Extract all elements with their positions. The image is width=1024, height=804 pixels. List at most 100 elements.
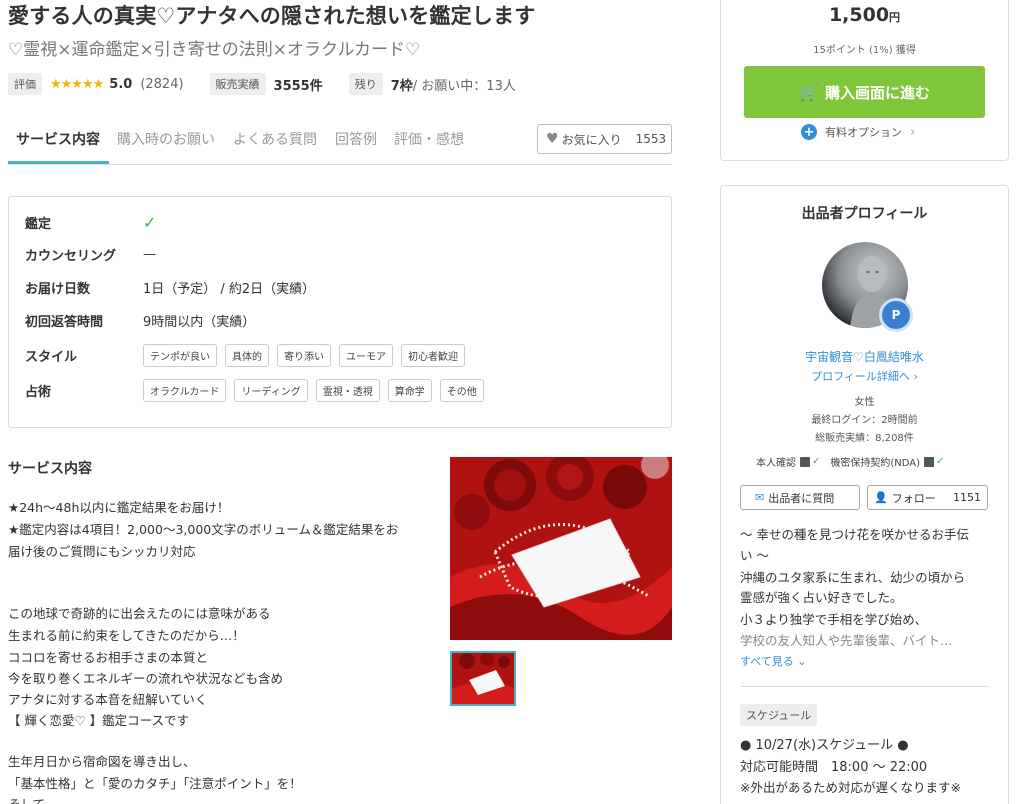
nda-label: 機密保持契約(NDA) bbox=[830, 458, 921, 469]
divination-chip[interactable]: 算命学 bbox=[387, 378, 432, 402]
style-chip[interactable]: テンポが良い bbox=[143, 343, 217, 367]
style-chip[interactable]: 初心者歓迎 bbox=[401, 343, 465, 367]
style-chip[interactable]: 具体的 bbox=[225, 343, 269, 367]
sales-label: 販売実績 bbox=[209, 73, 266, 95]
profile-intro-line: 霊感が強く占い好きでした。 bbox=[740, 590, 903, 605]
info-label: 初回返答時間 bbox=[25, 314, 104, 330]
rating-count[interactable]: (2824) bbox=[140, 77, 183, 92]
schedule-line: ※外出があるため対応が遅くなります※ bbox=[740, 780, 961, 795]
service-text-line: 生まれる前に約束をしてきたのだから…！ bbox=[8, 628, 245, 643]
service-tabs: サービス内容 購入時のお願い よくある質問 回答例 評価・感想 ♥ お気に入り … bbox=[8, 117, 672, 165]
sales-value: 3555件 bbox=[273, 78, 323, 94]
info-row-delivery: お届け日数 1日（予定） / 約2日（実績） bbox=[25, 275, 315, 299]
schedule-line: 対応可能時間 18:00 ～ 22:00 bbox=[740, 760, 928, 775]
tab-purchase-request[interactable]: 購入時のお願い bbox=[117, 129, 215, 149]
service-text-line: 届け後のご質問にもシッカリ対応 bbox=[8, 544, 196, 559]
service-text-line: 今を取り巻くエネルギーの流れや状況なども含め bbox=[8, 671, 284, 686]
seller-rank-badge-icon: P bbox=[879, 298, 913, 332]
paid-option-label: 有料オプション bbox=[825, 126, 902, 139]
price-value: 1,500 bbox=[828, 4, 890, 26]
divination-chip[interactable]: その他 bbox=[439, 378, 484, 402]
remaining-value: 7枠 bbox=[390, 78, 413, 94]
profile-intro-line: い ～ bbox=[740, 548, 769, 563]
buy-button-label: 購入画面に進む bbox=[824, 83, 930, 102]
divination-chip[interactable]: オラクルカード bbox=[143, 378, 227, 402]
plus-circle-icon: + bbox=[801, 124, 817, 140]
service-text-line: 「基本性格」と「愛のカタチ」「注意ポイント」を！ bbox=[8, 776, 302, 791]
service-text-line: ★24h～48h以内に鑑定結果をお届け！ bbox=[8, 500, 230, 515]
service-text-line: 生年月日から宿命図を導き出し、 bbox=[8, 754, 196, 769]
cart-icon: 🛒 bbox=[799, 82, 819, 102]
service-text-line: 【 輝く恋愛♡ 】鑑定コースです bbox=[8, 713, 190, 728]
divination-chip[interactable]: 霊視・透視 bbox=[315, 378, 380, 402]
favorite-count: 1553 bbox=[635, 132, 667, 146]
tab-faq[interactable]: よくある質問 bbox=[233, 129, 317, 149]
service-text-line: そして bbox=[8, 794, 45, 804]
style-chip[interactable]: 寄り添い bbox=[277, 343, 331, 367]
service-content-heading: サービス内容 bbox=[8, 461, 92, 477]
service-main-image[interactable] bbox=[450, 457, 672, 640]
mail-icon: ✉ bbox=[755, 491, 765, 504]
info-value: 1日（予定） / 約2日（実績） bbox=[143, 281, 316, 297]
service-text-line: ココロを寄せるお相手さまの本質と bbox=[8, 650, 209, 665]
identity-verify-label: 本人確認 bbox=[756, 458, 796, 469]
price: 1,500円 bbox=[721, 4, 1008, 26]
purchase-panel: 1,500円 15ポイント (1%) 獲得 🛒 購入画面に進む + 有料オプショ… bbox=[720, 0, 1009, 161]
remaining-label: 残り bbox=[348, 73, 383, 95]
rating-label: 評価 bbox=[8, 73, 42, 95]
schedule-line: ● 10/27(水)スケジュール ● bbox=[740, 738, 909, 753]
style-chip[interactable]: ユーモア bbox=[339, 343, 393, 367]
service-thumbnail[interactable] bbox=[450, 651, 516, 706]
check-icon: ✓ bbox=[143, 212, 157, 232]
total-sales: 総販売実績：8,208件 bbox=[815, 433, 914, 444]
profile-intro-line: 学校の友人知人や先輩後輩、バイト… bbox=[740, 633, 953, 648]
chevron-right-icon: › bbox=[910, 124, 916, 140]
tab-reviews[interactable]: 評価・感想 bbox=[394, 129, 464, 149]
profile-heading: 出品者プロフィール bbox=[801, 206, 928, 222]
tab-service-content[interactable]: サービス内容 bbox=[16, 129, 100, 149]
paid-option-link[interactable]: + 有料オプション › bbox=[801, 124, 915, 140]
request-status: / お願い中：13人 bbox=[412, 78, 516, 94]
verification-status: 本人確認 ✓ 機密保持契約(NDA) ✓ bbox=[756, 454, 954, 469]
profile-intro-line: ～ 幸せの種を見つけ花を咲かせるお手伝 bbox=[740, 527, 969, 542]
chevron-right-icon: › bbox=[913, 370, 918, 383]
price-currency: 円 bbox=[889, 11, 901, 24]
check-icon: ✓ bbox=[936, 456, 945, 467]
schedule-label: スケジュール bbox=[740, 704, 818, 726]
points-earned: 15ポイント (1%) 獲得 bbox=[813, 45, 916, 56]
seller-gender: 女性 bbox=[854, 397, 875, 408]
info-value: — bbox=[143, 246, 156, 262]
follow-button[interactable]: 👤 フォロー 1151 bbox=[867, 485, 988, 510]
last-login: 最終ログイン：2時間前 bbox=[811, 415, 918, 426]
info-label: カウンセリング bbox=[25, 248, 117, 264]
profile-detail-label: プロフィール詳細へ bbox=[811, 370, 910, 383]
chevron-down-icon: ⌄ bbox=[797, 655, 807, 668]
see-all-link[interactable]: すべて見る ⌄ bbox=[740, 653, 807, 669]
info-label: スタイル bbox=[25, 349, 78, 365]
divination-chip[interactable]: リーディング bbox=[234, 378, 308, 402]
document-icon bbox=[924, 456, 935, 467]
buy-button[interactable]: 🛒 購入画面に進む bbox=[744, 66, 985, 118]
info-label: 鑑定 bbox=[25, 216, 52, 232]
profile-detail-link[interactable]: プロフィール詳細へ › bbox=[721, 368, 1008, 384]
id-card-icon bbox=[800, 456, 810, 467]
service-meta: 評価 ★★★★★ 5.0 (2824) 販売実績 3555件 残り 7枠 / お… bbox=[8, 73, 516, 95]
star-rating-icon: ★★★★★ bbox=[50, 76, 104, 92]
service-info-box: 鑑定 ✓ カウンセリング — お届け日数 1日（予定） / 約2日（実績） 初回… bbox=[8, 196, 672, 428]
service-subtitle: ♡霊視×運命鑑定×引き寄せの法則×オラクルカード♡ bbox=[8, 40, 421, 60]
favorite-button[interactable]: ♥ お気に入り 1553 bbox=[537, 124, 672, 154]
info-row-counseling: カウンセリング — bbox=[25, 242, 156, 266]
seller-profile-panel: 出品者プロフィール P 宇宙観音♡白鳳結唯水 プロフィール詳細へ › 女性 最終… bbox=[720, 185, 1009, 804]
info-row-appraisal: 鑑定 ✓ bbox=[25, 210, 156, 234]
rating-value: 5.0 bbox=[109, 76, 133, 92]
profile-intro-line: 沖縄のユタ家系に生まれ、幼少の頃から bbox=[740, 570, 966, 585]
info-label: お届け日数 bbox=[25, 281, 91, 297]
follow-count: 1151 bbox=[953, 491, 981, 504]
ask-seller-button[interactable]: ✉ 出品者に質問 bbox=[740, 485, 860, 510]
info-row-first-reply: 初回返答時間 9時間以内（実績） bbox=[25, 308, 255, 332]
check-icon: ✓ bbox=[812, 456, 821, 467]
service-text-line: ★鑑定内容は4項目！2,000～3,000文字のボリューム＆鑑定結果をお bbox=[8, 522, 399, 537]
see-all-label: すべて見る bbox=[740, 655, 794, 668]
tab-answer-example[interactable]: 回答例 bbox=[335, 129, 377, 149]
seller-name[interactable]: 宇宙観音♡白鳳結唯水 bbox=[721, 348, 1008, 365]
